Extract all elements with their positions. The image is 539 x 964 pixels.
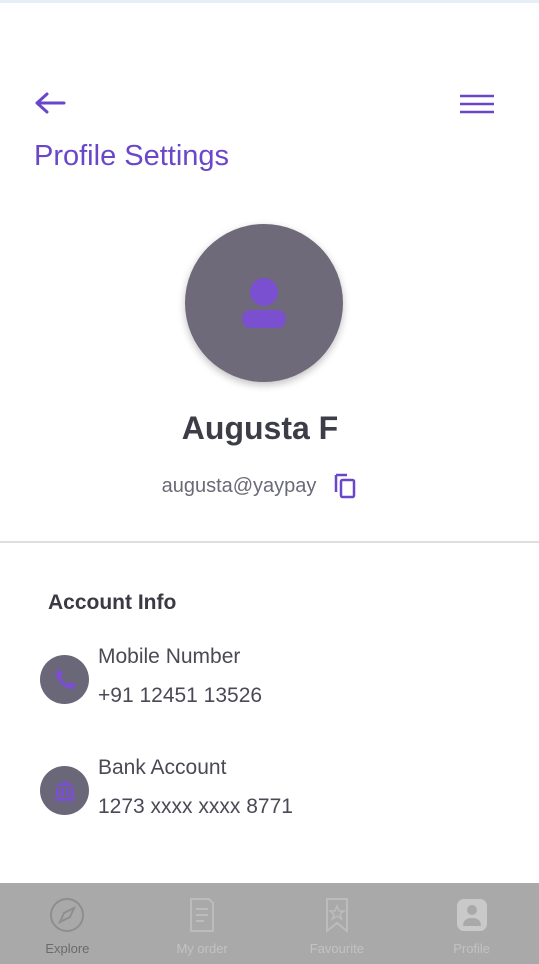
bank-icon xyxy=(54,780,75,801)
profile-icon xyxy=(456,899,487,931)
nav-item-favourite[interactable]: Favourite xyxy=(270,883,405,964)
copy-icon xyxy=(335,473,356,499)
menu-button[interactable] xyxy=(456,90,498,118)
nav-label: Profile xyxy=(453,941,491,956)
info-label: Mobile Number xyxy=(98,645,241,668)
avatar[interactable] xyxy=(185,224,343,382)
info-value: 1273 xxxx xxxx 8771 xyxy=(98,795,293,818)
profile-email: augusta@yaypay xyxy=(161,474,317,497)
mobile-number-item[interactable]: Mobile Number +91 12451 13526 xyxy=(40,642,500,712)
nav-label: Favourite xyxy=(309,941,364,956)
hamburger-menu-icon xyxy=(460,94,494,114)
nav-item-my-order[interactable]: My order xyxy=(135,883,270,964)
compass-icon xyxy=(50,898,85,932)
phone-icon-circle xyxy=(40,655,89,704)
info-label: Bank Account xyxy=(98,756,227,779)
profile-name: Augusta F xyxy=(181,410,339,446)
page-title: Profile Settings xyxy=(34,140,230,172)
account-info-heading: Account Info xyxy=(48,591,177,614)
bank-icon-circle xyxy=(40,766,89,815)
copy-email-button[interactable] xyxy=(332,473,358,499)
section-divider xyxy=(0,541,539,543)
phone-icon xyxy=(55,669,75,689)
nav-item-profile[interactable]: Profile xyxy=(404,883,539,964)
nav-item-explore[interactable]: Explore xyxy=(0,883,135,964)
arrow-left-icon xyxy=(35,92,66,114)
bank-account-item[interactable]: Bank Account 1273 xxxx xxxx 8771 xyxy=(40,753,500,823)
back-button[interactable] xyxy=(34,88,70,118)
bookmark-star-icon xyxy=(325,898,348,934)
nav-label: My order xyxy=(176,941,228,956)
status-bar-strip xyxy=(0,0,539,3)
bottom-navigation: Explore My order Favourite Profile xyxy=(0,883,539,964)
info-value: +91 12451 13526 xyxy=(98,684,263,707)
nav-label: Explore xyxy=(45,941,90,956)
profile-settings-screen: Profile Settings Augusta F augusta@yaypa… xyxy=(0,0,539,964)
order-document-icon xyxy=(190,898,215,932)
user-icon xyxy=(242,278,286,328)
email-row: augusta@yaypay xyxy=(0,472,520,500)
